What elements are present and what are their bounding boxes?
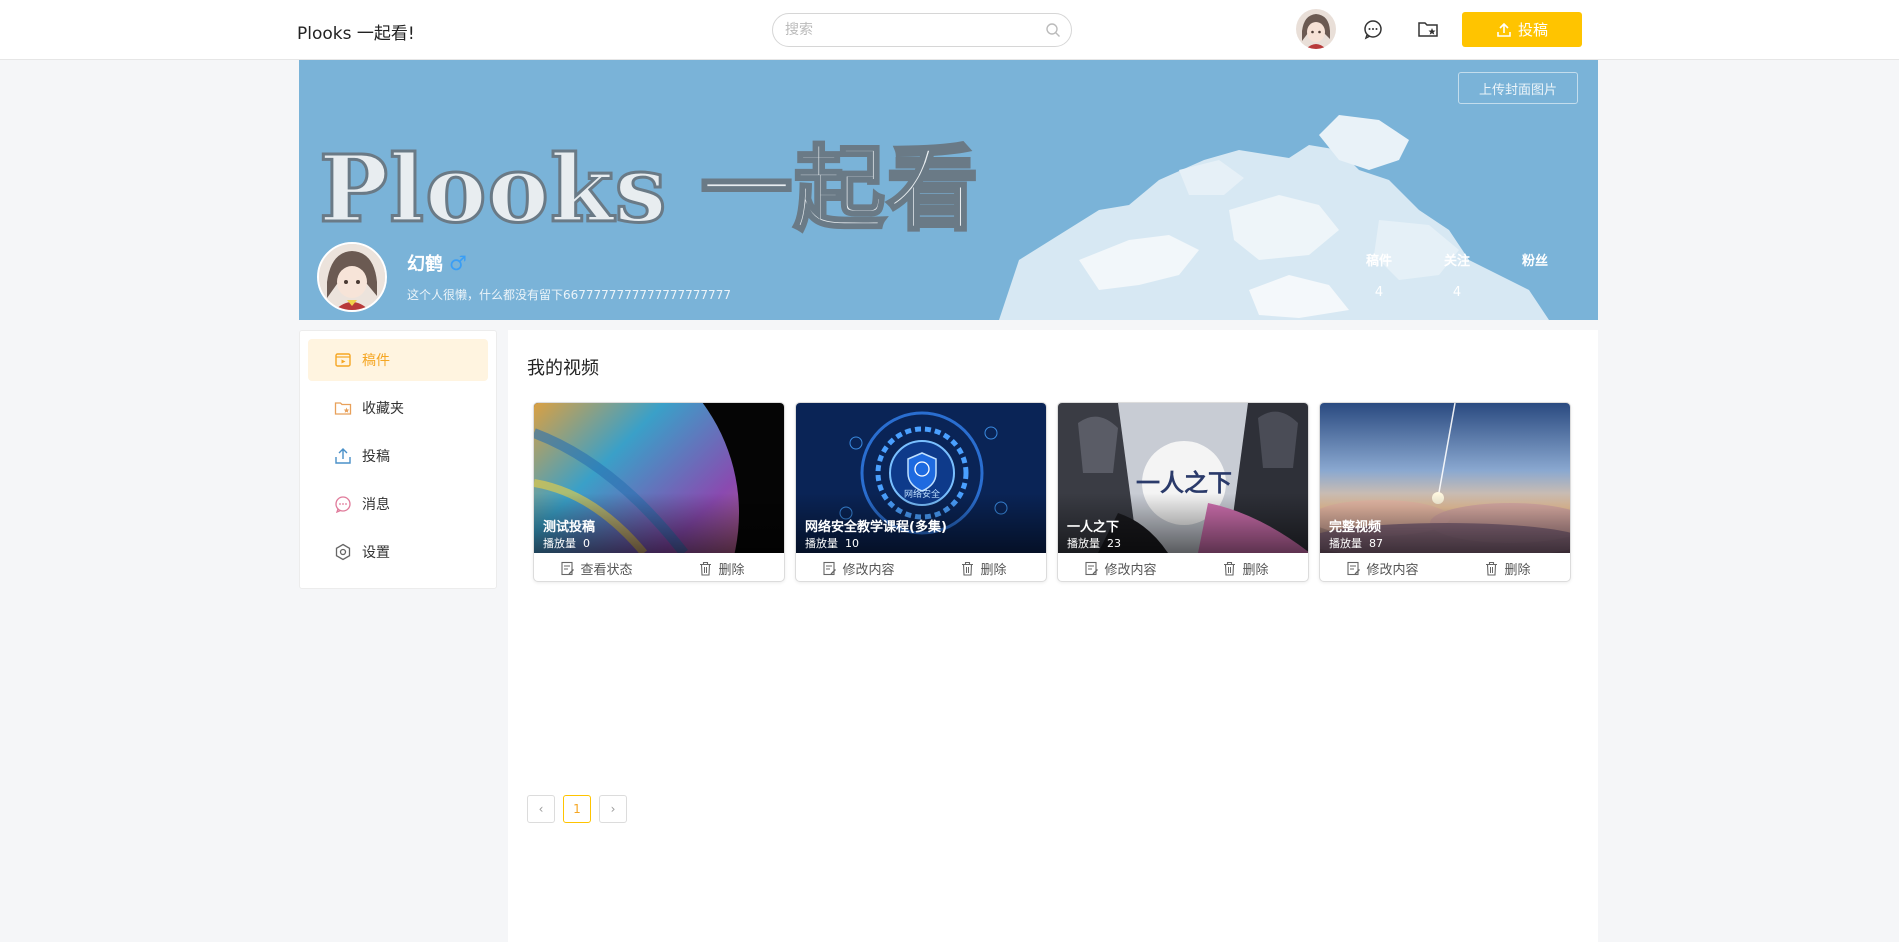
video-thumbnail[interactable]: 测试投稿 播放量 0 bbox=[534, 403, 784, 553]
upload-button[interactable]: 投稿 bbox=[1462, 12, 1582, 47]
stat-followers-label: 粉丝 bbox=[1521, 254, 1548, 269]
sidebar-item-favorites[interactable]: 收藏夹 bbox=[308, 387, 488, 429]
stat-following-label: 关注 bbox=[1443, 254, 1470, 269]
profile-avatar[interactable] bbox=[317, 242, 387, 312]
search-box[interactable] bbox=[772, 13, 1072, 47]
edit-icon bbox=[1347, 561, 1361, 575]
video-card[interactable]: 一人之下 一人之下 播放量 23 修改内容 删除 bbox=[1057, 402, 1309, 582]
video-title: 一人之下 bbox=[1067, 520, 1120, 535]
message-icon bbox=[335, 496, 351, 513]
edit-icon bbox=[561, 561, 575, 575]
video-thumbnail[interactable]: 网络安全 网络安全教学课程(多集) 播放量 10 bbox=[796, 403, 1046, 553]
sidebar-item-settings[interactable]: 设置 bbox=[308, 531, 488, 573]
sidebar-item-messages[interactable]: 消息 bbox=[308, 483, 488, 525]
sidebar-item-label: 稿件 bbox=[362, 353, 390, 369]
username-text: 幻鹤 bbox=[407, 254, 443, 275]
video-card[interactable]: 完整视频 播放量 87 修改内容 删除 bbox=[1319, 402, 1571, 582]
trash-icon bbox=[962, 561, 974, 576]
stat-followers[interactable]: 粉丝 bbox=[1505, 250, 1565, 285]
trash-icon bbox=[1486, 561, 1498, 576]
upload-cover-button[interactable]: 上传封面图片 bbox=[1458, 72, 1578, 104]
edit-content-button[interactable]: 修改内容 bbox=[1320, 559, 1445, 578]
folder-star-icon bbox=[334, 402, 352, 415]
video-plays: 播放量 87 bbox=[1329, 537, 1383, 550]
card-actions: 修改内容 删除 bbox=[1320, 553, 1570, 581]
video-grid: 测试投稿 播放量 0 查看状态 删除 网络安全教学课程(多集) 播放量 10 修… bbox=[533, 402, 1571, 582]
upload-button-label: 投稿 bbox=[1517, 21, 1548, 39]
stat-posts-label: 稿件 bbox=[1365, 254, 1392, 269]
gender-male-icon: ♂ bbox=[449, 251, 467, 275]
edit-icon bbox=[1085, 561, 1099, 575]
stat-following[interactable]: 关注 4 bbox=[1427, 250, 1487, 300]
card-actions: 修改内容 删除 bbox=[1058, 553, 1308, 581]
message-icon[interactable] bbox=[1362, 18, 1384, 40]
view-status-button[interactable]: 查看状态 bbox=[534, 559, 659, 578]
delete-button[interactable]: 删除 bbox=[921, 559, 1046, 578]
profile-sidebar: 稿件 收藏夹 投稿 消息 设置 bbox=[299, 330, 497, 589]
main-content: 我的视频 测试投稿 播放量 0 查看状态 删除 网络安全教学课程(多集) 播放量… bbox=[508, 330, 1598, 942]
prev-page-button[interactable]: ‹ bbox=[527, 795, 555, 823]
profile-banner: Plooks 一起看 上传封面图片 幻鹤 ♂ 这个人很懒，什么都没有留下6677… bbox=[299, 60, 1598, 320]
stat-posts-value: 4 bbox=[1374, 285, 1384, 300]
banner-title-art: Plooks 一起看 bbox=[317, 134, 980, 245]
search-icon[interactable] bbox=[1045, 22, 1061, 38]
pagination: ‹ 1 › bbox=[527, 795, 627, 823]
card-actions: 查看状态 删除 bbox=[534, 553, 784, 581]
video-plays: 播放量 0 bbox=[543, 537, 590, 550]
trash-icon bbox=[1224, 561, 1236, 576]
top-navbar: Plooks 一起看! 投稿 bbox=[0, 0, 1899, 60]
profile-bio: 这个人很懒，什么都没有留下6677777777777777777777 bbox=[407, 288, 731, 302]
upload-icon bbox=[1497, 22, 1511, 37]
settings-icon bbox=[335, 543, 351, 561]
sidebar-item-upload[interactable]: 投稿 bbox=[308, 435, 488, 477]
stat-following-value: 4 bbox=[1452, 285, 1462, 300]
sidebar-item-label: 投稿 bbox=[362, 449, 390, 465]
video-card[interactable]: 网络安全 网络安全教学课程(多集) 播放量 10 修改内容 删除 bbox=[795, 402, 1047, 582]
trash-icon bbox=[700, 561, 712, 576]
video-title: 测试投稿 bbox=[543, 520, 596, 535]
delete-button[interactable]: 删除 bbox=[1445, 559, 1570, 578]
delete-button[interactable]: 删除 bbox=[1183, 559, 1308, 578]
sidebar-item-posts[interactable]: 稿件 bbox=[308, 339, 488, 381]
delete-button[interactable]: 删除 bbox=[659, 559, 784, 578]
edit-content-button[interactable]: 修改内容 bbox=[796, 559, 921, 578]
section-title: 我的视频 bbox=[527, 358, 599, 379]
upload-icon bbox=[335, 448, 351, 464]
video-card[interactable]: 测试投稿 播放量 0 查看状态 删除 bbox=[533, 402, 785, 582]
video-thumbnail[interactable]: 完整视频 播放量 87 bbox=[1320, 403, 1570, 553]
user-avatar[interactable] bbox=[1296, 9, 1336, 49]
page-number-current[interactable]: 1 bbox=[563, 795, 591, 823]
card-actions: 修改内容 删除 bbox=[796, 553, 1046, 581]
favorites-folder-icon[interactable] bbox=[1417, 18, 1439, 40]
sidebar-item-label: 设置 bbox=[362, 545, 390, 561]
stat-posts[interactable]: 稿件 4 bbox=[1349, 250, 1409, 300]
next-page-button[interactable]: › bbox=[599, 795, 627, 823]
sidebar-item-label: 消息 bbox=[362, 497, 390, 513]
edit-icon bbox=[823, 561, 837, 575]
sidebar-item-label: 收藏夹 bbox=[362, 401, 404, 417]
video-icon bbox=[335, 353, 351, 367]
video-plays: 播放量 23 bbox=[1067, 537, 1121, 550]
search-input[interactable] bbox=[785, 19, 1035, 41]
site-brand[interactable]: Plooks 一起看! bbox=[297, 19, 415, 44]
video-title: 完整视频 bbox=[1329, 520, 1382, 535]
video-title: 网络安全教学课程(多集) bbox=[805, 520, 947, 535]
edit-content-button[interactable]: 修改内容 bbox=[1058, 559, 1183, 578]
profile-username: 幻鹤 ♂ bbox=[407, 250, 467, 276]
video-plays: 播放量 10 bbox=[805, 537, 859, 550]
video-thumbnail[interactable]: 一人之下 一人之下 播放量 23 bbox=[1058, 403, 1308, 553]
